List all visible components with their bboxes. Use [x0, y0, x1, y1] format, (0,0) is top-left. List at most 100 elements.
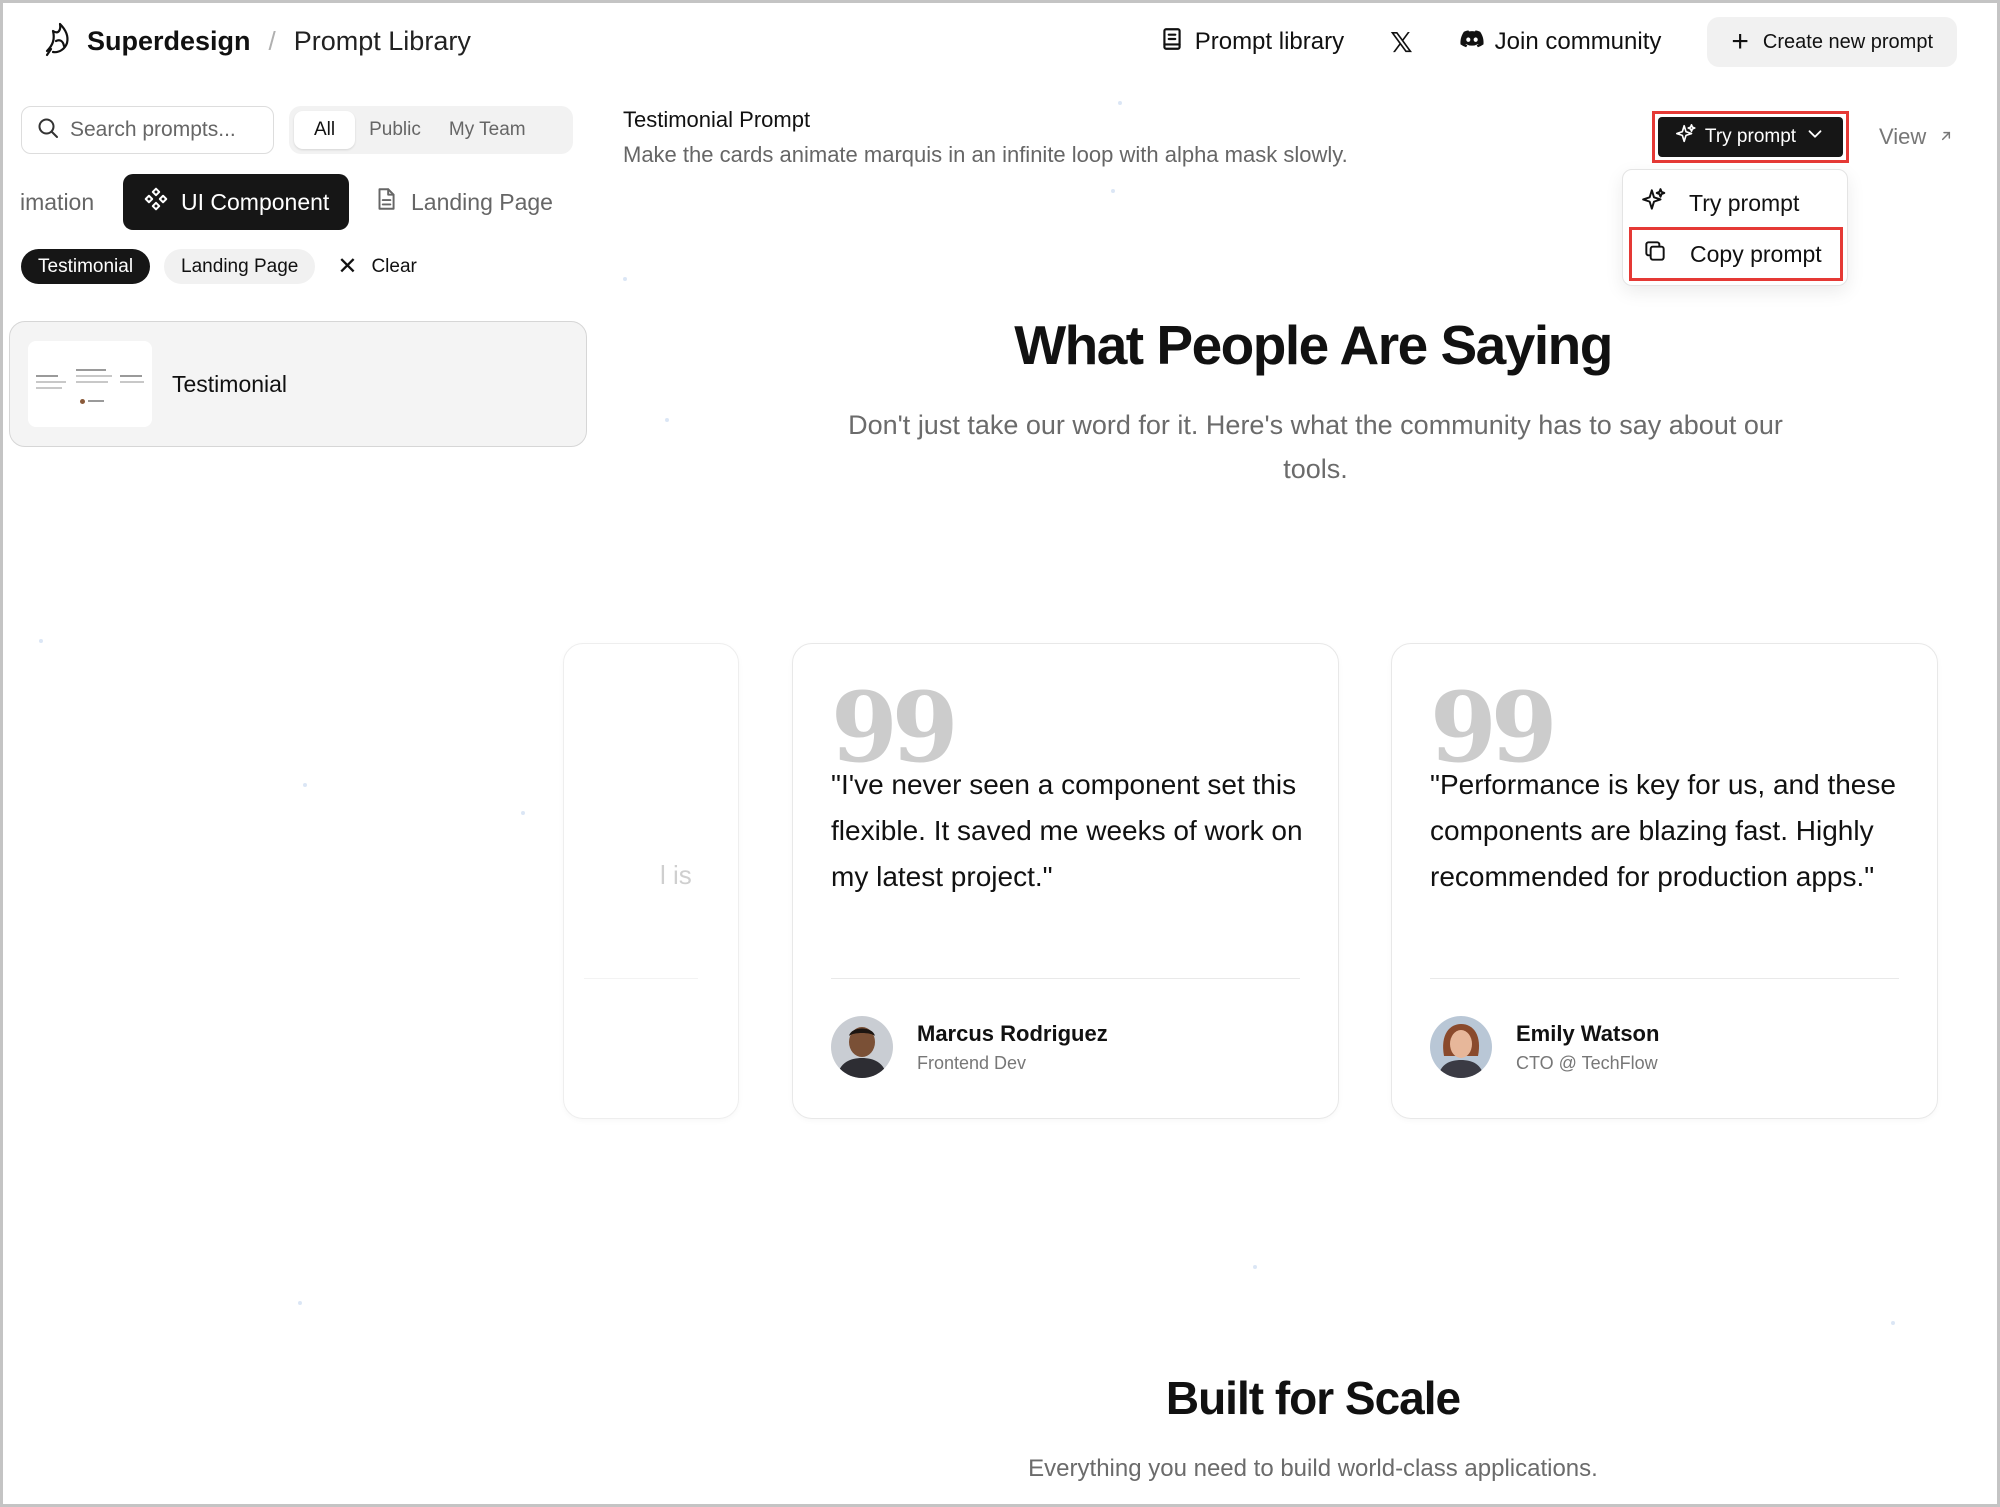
clear-tags-button[interactable]: ✕ Clear [337, 252, 417, 281]
avatar [1430, 1016, 1492, 1078]
nav-prompt-library-label: Prompt library [1194, 28, 1345, 55]
nav-join-community[interactable]: Join community [1459, 26, 1662, 59]
try-prompt-highlight: Try prompt [1652, 111, 1849, 163]
filter-all[interactable]: All [294, 111, 356, 149]
tag-testimonial[interactable]: Testimonial [21, 249, 151, 284]
decor-dot [298, 1301, 302, 1305]
tag-landing-page[interactable]: Landing Page [164, 249, 316, 284]
category-landing-page-label: Landing Page [411, 188, 553, 215]
decor-dot [1891, 1321, 1895, 1325]
try-prompt-label: Try prompt [1704, 126, 1797, 147]
author-role: Frontend Dev [917, 1052, 1027, 1073]
decor-dot [39, 639, 43, 643]
thumb-line [88, 400, 104, 402]
author-role: CTO @ TechFlow [1516, 1052, 1658, 1073]
decor-dot [1253, 1265, 1257, 1269]
sparkle-icon [1641, 187, 1667, 219]
thumb-line [76, 375, 112, 377]
thumb-line [36, 375, 58, 377]
prompt-description: Make the cards animate marquis in an inf… [623, 142, 1348, 167]
result-item[interactable]: Testimonial [9, 321, 587, 447]
author-name: Emily Watson [1516, 1020, 1660, 1046]
thumb-avatar [80, 399, 85, 404]
book-icon [1159, 26, 1185, 59]
page-title: Prompt Library [293, 26, 471, 56]
section-heading: Built for Scale [1165, 1372, 1461, 1424]
avatar [831, 1016, 893, 1078]
breadcrumb-separator: / [268, 26, 276, 56]
menu-copy-prompt-label: Copy prompt [1690, 240, 1822, 267]
view-label: View [1879, 124, 1927, 149]
search-input[interactable] [70, 118, 250, 142]
testimonial-card: 99 "I've never seen a component set this… [792, 643, 1339, 1119]
testimonial-card-faded: l is [563, 643, 739, 1119]
decor-dot [665, 418, 669, 422]
testimonial-author: Marcus Rodriguez Frontend Dev [831, 1016, 1108, 1078]
section-subheading: Everything you need to build world-class… [1028, 1455, 1598, 1482]
clear-label: Clear [371, 255, 417, 277]
card-divider [831, 978, 1300, 979]
testimonial-card: 99 "Performance is key for us, and these… [1391, 643, 1938, 1119]
arrow-up-right-icon [1938, 124, 1954, 150]
plus-icon: + [1731, 25, 1749, 58]
category-animation-label: imation [20, 188, 95, 215]
copy-icon [1642, 238, 1668, 270]
category-ui-component[interactable]: UI Component [123, 174, 350, 230]
try-prompt-button[interactable]: Try prompt [1658, 117, 1843, 157]
create-new-prompt-button[interactable]: + Create new prompt [1707, 17, 1957, 67]
preview-heading: What People Are Saying [1014, 314, 1613, 376]
prompt-title: Testimonial Prompt [623, 107, 811, 132]
faded-quote-fragment: l is [660, 860, 692, 890]
thumb-line [76, 381, 108, 383]
thumb-line [36, 381, 66, 383]
try-prompt-menu: Try prompt Copy prompt [1622, 169, 1848, 286]
thumb-line [76, 369, 106, 371]
preview-subheading: Don't just take our word for it. Here's … [848, 410, 1783, 484]
menu-item-try-prompt[interactable]: Try prompt [1623, 178, 1847, 228]
brand-name: Superdesign [87, 26, 251, 56]
visibility-filter: All Public My Team [289, 106, 573, 154]
top-bar: Superdesign / Prompt Library Prompt libr… [3, 3, 1997, 79]
top-nav: Prompt library 𝕏 Join community + Create… [1159, 17, 1957, 67]
decor-dot [1118, 101, 1122, 105]
card-divider [584, 978, 698, 979]
superdesign-logo-icon [43, 21, 75, 62]
view-link[interactable]: View [1879, 124, 1954, 150]
testimonial-quote: "I've never seen a component set this fl… [831, 769, 1303, 892]
discord-icon [1459, 26, 1485, 59]
decor-dot [303, 783, 307, 787]
create-new-prompt-label: Create new prompt [1762, 30, 1933, 53]
thumb-line [120, 375, 142, 377]
result-thumbnail [28, 341, 152, 427]
card-divider [1430, 978, 1899, 979]
decor-dot [521, 811, 525, 815]
testimonial-quote: "Performance is key for us, and these co… [1430, 769, 1896, 892]
category-scroller: imation UI Component Landing Page [3, 174, 583, 232]
filter-public[interactable]: Public [355, 111, 435, 149]
component-icon [143, 186, 169, 218]
thumb-line [36, 387, 62, 389]
close-icon: ✕ [337, 253, 358, 280]
menu-item-copy-prompt[interactable]: Copy prompt [1629, 227, 1843, 281]
category-animation[interactable]: imation [20, 174, 94, 230]
filter-my-team[interactable]: My Team [435, 111, 540, 149]
decor-dot [623, 277, 627, 281]
menu-try-prompt-label: Try prompt [1689, 189, 1800, 216]
chevron-down-icon [1804, 123, 1826, 151]
nav-prompt-library[interactable]: Prompt library [1159, 26, 1344, 59]
document-icon [373, 186, 399, 218]
decor-dot [1111, 189, 1115, 193]
thumb-line [120, 381, 144, 383]
app-window: Superdesign / Prompt Library Prompt libr… [0, 0, 2000, 1507]
category-landing-page[interactable]: Landing Page [373, 174, 553, 230]
result-title: Testimonial [172, 370, 288, 397]
brand[interactable]: Superdesign / Prompt Library [43, 21, 471, 62]
search-box[interactable] [21, 106, 274, 154]
testimonial-author: Emily Watson CTO @ TechFlow [1430, 1016, 1659, 1078]
search-icon [36, 116, 60, 145]
sparkle-icon [1675, 123, 1697, 151]
author-name: Marcus Rodriguez [917, 1020, 1108, 1046]
nav-join-community-label: Join community [1494, 28, 1662, 55]
category-ui-component-label: UI Component [181, 188, 330, 215]
x-logo-icon[interactable]: 𝕏 [1390, 26, 1413, 59]
